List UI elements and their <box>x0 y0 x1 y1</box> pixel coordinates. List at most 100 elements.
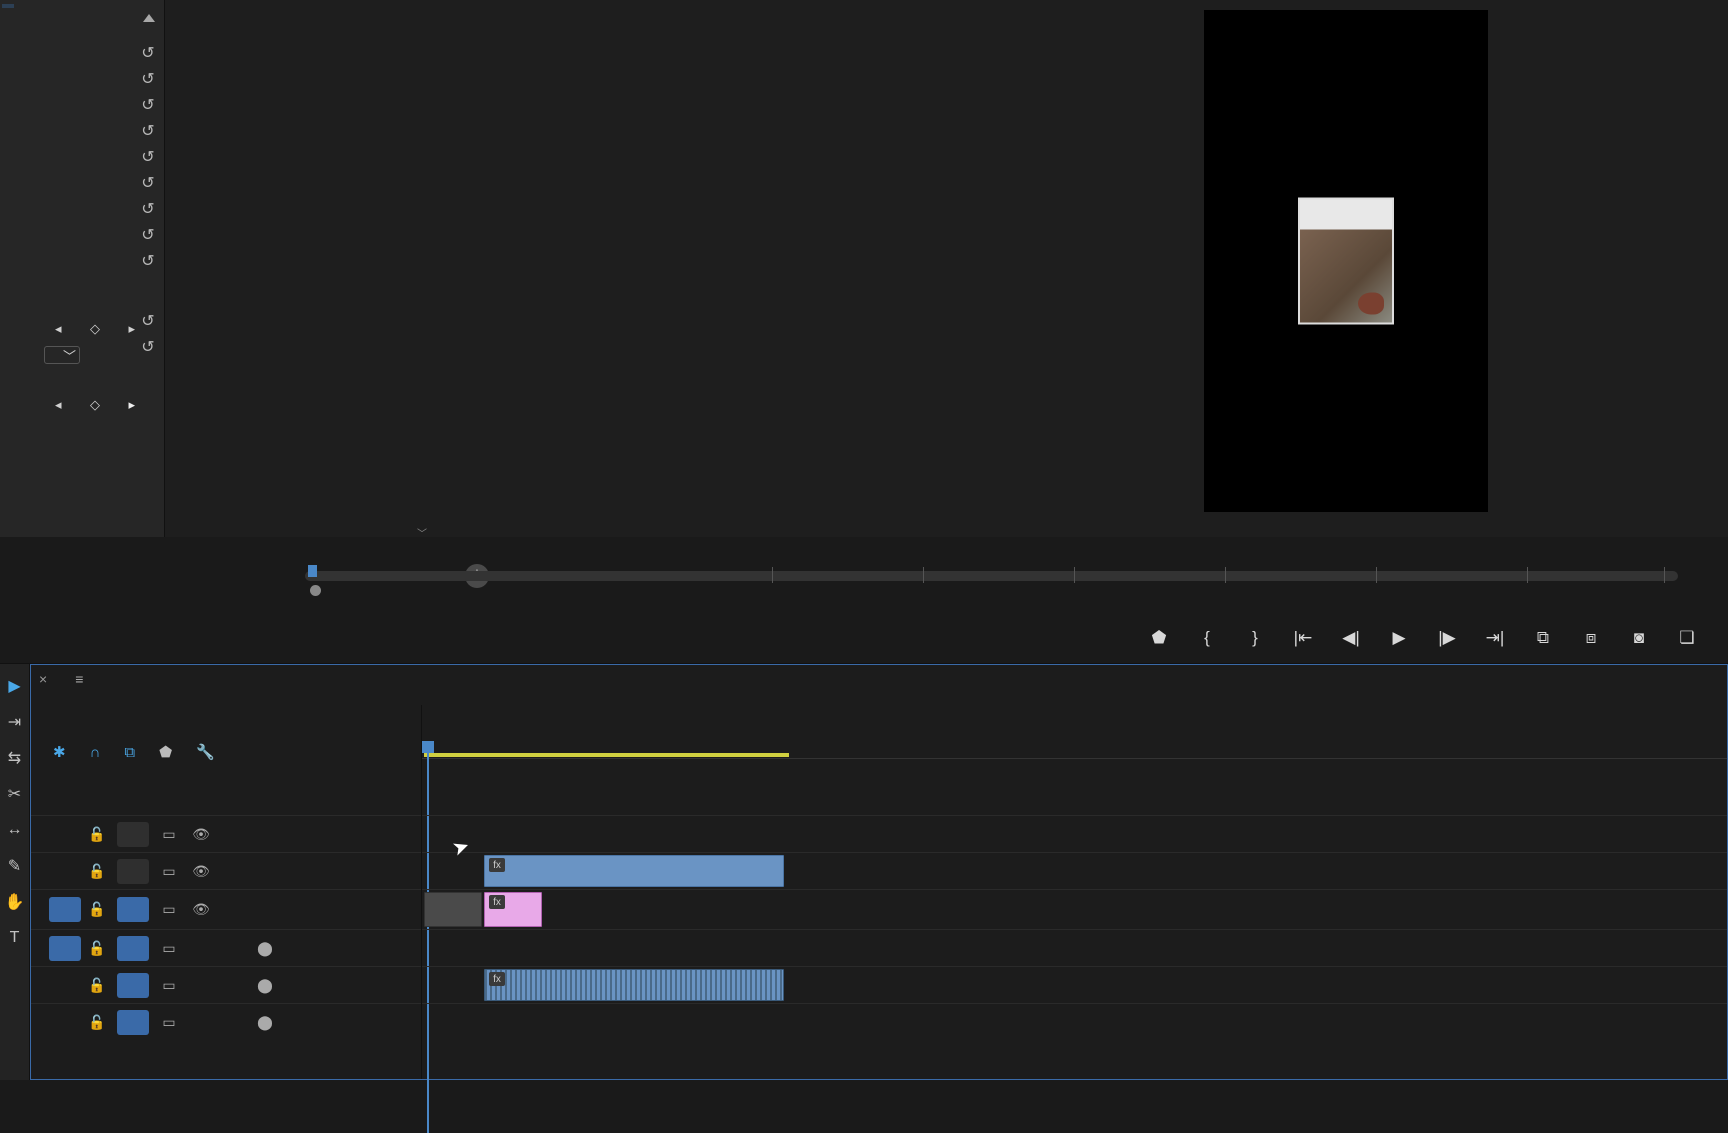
eye-icon[interactable]: 👁 <box>189 826 213 843</box>
next-key-icon[interactable]: ▸ <box>128 321 135 337</box>
selection-tool[interactable]: ▶ <box>5 676 25 696</box>
clip-video-v2[interactable]: fx <box>484 855 784 887</box>
track-header-v3[interactable]: 🔓 ▭ 👁 <box>31 815 421 852</box>
mark-out-button[interactable]: } <box>1244 628 1266 648</box>
effect-play-toggle-icon[interactable] <box>143 14 155 22</box>
target-a1[interactable] <box>117 936 149 961</box>
key-diamond-icon[interactable]: ◇ <box>90 397 100 413</box>
reset-icon[interactable]: ↺ <box>141 147 154 167</box>
reset-icon[interactable]: ↺ <box>141 251 154 271</box>
track-header-a3[interactable]: 🔓 ▭ ⬤ <box>31 1003 421 1040</box>
program-viewport[interactable] <box>1204 10 1488 512</box>
reset-icon[interactable]: ↺ <box>141 225 154 245</box>
target-v1[interactable] <box>117 897 149 922</box>
lane-v1[interactable]: fx <box>422 889 1727 929</box>
play-button[interactable]: ▶ <box>1388 628 1410 648</box>
step-forward-button[interactable]: |▶ <box>1436 628 1458 648</box>
track-header-v1[interactable]: 🔓 ▭ 👁 <box>31 889 421 929</box>
eye-icon[interactable]: 👁 <box>189 901 213 918</box>
keyframe-nav[interactable]: ◂ ◇ ▸ <box>55 321 135 337</box>
clip-thumb-v1[interactable] <box>424 892 482 927</box>
lock-icon[interactable]: 🔓 <box>85 901 109 918</box>
eye-icon[interactable]: 👁 <box>189 863 213 880</box>
toggle-output-icon[interactable]: ▭ <box>157 940 181 957</box>
toggle-output-icon[interactable]: ▭ <box>157 901 181 918</box>
lane-a1[interactable] <box>422 929 1727 966</box>
settings-wrench-icon[interactable]: 🔧 <box>196 743 215 761</box>
lane-v2[interactable]: fx <box>422 852 1727 889</box>
clip-audio-a2[interactable]: fx <box>484 969 784 1001</box>
sequence-tab-close[interactable]: × <box>39 671 47 687</box>
lock-icon[interactable]: 🔓 <box>85 1014 109 1031</box>
lock-icon[interactable]: 🔓 <box>85 826 109 843</box>
extract-button[interactable]: ⧈ <box>1580 628 1602 648</box>
lock-icon[interactable]: 🔓 <box>85 863 109 880</box>
timeline-playhead[interactable] <box>422 741 434 753</box>
type-tool[interactable]: T <box>5 928 25 948</box>
step-back-button[interactable]: ◀| <box>1340 628 1362 648</box>
export-frame-button[interactable]: ◙ <box>1628 628 1650 648</box>
voiceover-record-icon[interactable]: ⬤ <box>253 977 277 994</box>
work-area-bar[interactable] <box>424 753 789 757</box>
insert-overwrite-toggle[interactable]: ✱ <box>53 743 66 761</box>
interpolation-dropdown[interactable]: ﹀ <box>44 346 80 364</box>
reset-icon[interactable]: ↺ <box>141 311 154 331</box>
timeline-ruler[interactable] <box>422 727 1727 759</box>
snap-toggle[interactable]: ∩ <box>90 744 101 761</box>
hand-tool[interactable]: ✋ <box>5 892 25 912</box>
scrub-playhead[interactable] <box>308 565 317 577</box>
toggle-output-icon[interactable]: ▭ <box>157 977 181 994</box>
track-select-tool[interactable]: ⇥ <box>5 712 25 732</box>
comparison-view-button[interactable]: ❏ <box>1676 628 1698 648</box>
toggle-output-icon[interactable]: ▭ <box>157 1014 181 1031</box>
prev-key-icon[interactable]: ◂ <box>55 321 62 337</box>
scrub-zoom-knob[interactable] <box>310 585 321 596</box>
voiceover-record-icon[interactable]: ⬤ <box>253 940 277 957</box>
track-header-a2[interactable]: 🔓 ▭ ⬤ <box>31 966 421 1003</box>
source-v1[interactable] <box>49 897 81 922</box>
reset-icon[interactable]: ↺ <box>141 69 154 89</box>
timeline-body[interactable]: fx fx fx ➤ <box>421 705 1727 1079</box>
zoom-fit-select[interactable]: ﹀ <box>361 525 427 540</box>
razor-tool[interactable]: ✂ <box>5 784 25 804</box>
slip-tool[interactable]: ↔ <box>5 820 25 840</box>
prev-key-icon[interactable]: ◂ <box>55 397 62 413</box>
next-key-icon-active[interactable]: ▸ <box>128 397 135 413</box>
target-a3[interactable] <box>117 1010 149 1035</box>
go-to-in-button[interactable]: |⇤ <box>1292 628 1314 648</box>
lift-button[interactable]: ⧉ <box>1532 628 1554 648</box>
lane-a3[interactable] <box>422 1003 1727 1040</box>
marker-icon[interactable]: ⬟ <box>159 743 172 761</box>
lane-a2[interactable]: fx <box>422 966 1727 1003</box>
toggle-output-icon[interactable]: ▭ <box>157 863 181 880</box>
go-to-out-button[interactable]: ⇥| <box>1484 628 1506 648</box>
program-scrubber[interactable] <box>305 565 1678 587</box>
lock-icon[interactable]: 🔓 <box>85 977 109 994</box>
linked-selection-toggle[interactable]: ⧉ <box>124 744 135 761</box>
clip-pink-v1[interactable]: fx <box>484 892 542 927</box>
voiceover-record-icon[interactable]: ⬤ <box>253 1014 277 1031</box>
keyframe-nav-2[interactable]: ◂ ◇ ▸ <box>55 397 135 413</box>
lock-icon[interactable]: 🔓 <box>85 940 109 957</box>
reset-icon[interactable]: ↺ <box>141 121 154 141</box>
target-v3[interactable] <box>117 822 149 847</box>
mark-in-button[interactable]: { <box>1196 628 1218 648</box>
add-marker-button[interactable]: ⬟ <box>1148 628 1170 648</box>
reset-icon[interactable]: ↺ <box>141 199 154 219</box>
track-header-v2[interactable]: 🔓 ▭ 👁 <box>31 852 421 889</box>
track-header-a1[interactable]: 🔓 ▭ ⬤ <box>31 929 421 966</box>
target-a2[interactable] <box>117 973 149 998</box>
sequence-tab-menu-icon[interactable]: ≡ <box>75 671 83 687</box>
target-v2[interactable] <box>117 859 149 884</box>
key-diamond-icon[interactable]: ◇ <box>90 321 100 337</box>
toggle-output-icon[interactable]: ▭ <box>157 826 181 843</box>
reset-icon[interactable]: ↺ <box>141 173 154 193</box>
reset-icon[interactable]: ↺ <box>141 95 154 115</box>
effect-item-name[interactable] <box>2 4 14 8</box>
source-a1[interactable] <box>49 936 81 961</box>
ripple-edit-tool[interactable]: ⇆ <box>5 748 25 768</box>
reset-icon[interactable]: ↺ <box>141 43 154 63</box>
pen-tool[interactable]: ✎ <box>5 856 25 876</box>
lane-v3[interactable] <box>422 815 1727 852</box>
reset-icon[interactable]: ↺ <box>141 337 154 357</box>
